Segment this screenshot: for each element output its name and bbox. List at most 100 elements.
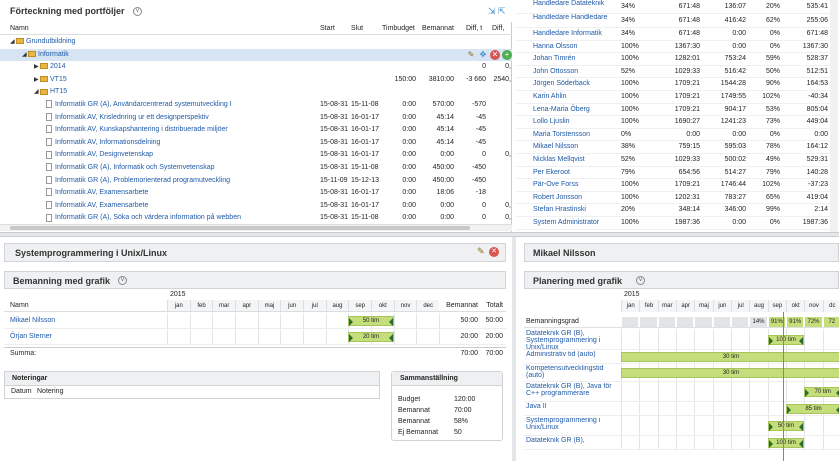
delete-icon[interactable]: ✕ <box>490 49 500 60</box>
staff-name[interactable]: Maria Torstensson <box>533 129 621 142</box>
staff-row[interactable]: Maria Torstensson 0% 0:00 0:00 0% 0:00 <box>516 129 830 142</box>
allocation-bar[interactable]: 50 tim <box>767 421 805 431</box>
planning-row[interactable]: Datateknik GR (B), Java för C++ programm… <box>524 382 839 402</box>
horizontal-splitter[interactable] <box>0 232 839 237</box>
tree-row[interactable]: Informatik GR (A), Informatik och System… <box>0 162 512 175</box>
staff-name[interactable]: Johan Timrén <box>533 53 621 66</box>
staff-row[interactable]: Lollo Ljuslin 100% 1690:27 1241:23 73% 449:04 <box>516 116 830 129</box>
staff-name[interactable]: Nicklas Mellqvist <box>533 154 621 167</box>
edit-icon[interactable]: ✎ <box>466 50 476 60</box>
expand-icon[interactable]: ⇲ <box>488 6 496 17</box>
staffing-row[interactable]: Mikael Nilsson 50 tim 50:00 50:00 <box>4 313 506 329</box>
allocation-bar[interactable]: 20 tim <box>348 332 394 342</box>
activity-name[interactable]: Datateknik GR (B), Systemprogrammering i… <box>526 330 620 351</box>
col-diff-p[interactable]: Diff, <box>492 23 510 35</box>
staff-row[interactable]: Johan Timrén 100% 1282:01 753:24 59% 528:37 <box>516 53 830 66</box>
tree-row[interactable]: Informatik AV, Examensarbete 15-08-31 16-0… <box>0 200 512 213</box>
tree-label[interactable]: ◢ HT15 <box>34 86 318 99</box>
staff-name[interactable]: Hanna Olsson <box>533 41 621 54</box>
tree-label-text[interactable]: HT15 <box>50 88 67 95</box>
planning-row[interactable]: Java II 85 tim <box>524 402 839 416</box>
allocation-bar[interactable]: 100 tim <box>767 438 805 448</box>
staff-name[interactable]: Stefan Hrastinski <box>533 204 621 217</box>
tree-label[interactable]: Informatik AV, Examensarbete <box>46 187 318 200</box>
tree-label[interactable]: Informatik AV, Examensarbete <box>46 200 318 213</box>
col-budget[interactable]: Timbudget <box>382 23 415 35</box>
chevron-down-icon[interactable]: v <box>118 276 127 285</box>
staff-row[interactable]: Stefan Hrastinski 20% 348:14 346:00 99% 2:14 <box>516 204 830 217</box>
collapse-icon[interactable]: ⇱ <box>498 6 506 17</box>
drag-handle-right[interactable] <box>388 334 393 342</box>
close-icon[interactable]: ✕ <box>489 247 499 257</box>
tree-row[interactable]: ◢ HT15 <box>0 86 512 99</box>
tree-label-text[interactable]: Informatik <box>38 51 69 58</box>
tree-label[interactable]: Informatik GR (A), Informatik och System… <box>46 162 318 175</box>
tree-row[interactable]: Informatik AV, Designvetenskap 15-08-31 16… <box>0 149 512 162</box>
staff-row[interactable]: Jörgen Söderback 100% 1709:21 1544:28 90% 164… <box>516 78 830 91</box>
tree-label-text[interactable]: Informatik AV, Examensarbete <box>55 189 148 196</box>
tree-label-text[interactable]: Informatik AV, Examensarbete <box>55 202 148 209</box>
tree-label-text[interactable]: Informatik AV, Designvetenskap <box>55 151 153 158</box>
staff-scrollbar[interactable] <box>830 0 838 232</box>
tree-row[interactable]: Informatik GR (A), Användarcentrerad sys… <box>0 99 512 112</box>
tree-label[interactable]: ◢ Grundutbildning <box>10 36 318 49</box>
tree-label[interactable]: ▶ VT15 <box>34 74 318 87</box>
tree-row[interactable]: ▶ VT15 150:00 3810:00 -3 660 2540, <box>0 74 512 87</box>
tree-label[interactable]: Informatik GR (A), Problemorienterad pro… <box>46 175 318 188</box>
activity-name[interactable]: Datateknik GR (B), Java för C++ programm… <box>526 383 620 397</box>
activity-name[interactable]: Java II <box>526 403 620 410</box>
activity-name[interactable]: Kompetensutvecklingstid (auto) <box>526 365 620 379</box>
col-diff-t[interactable]: Diff, t <box>466 23 482 35</box>
tree-label-text[interactable]: Informatik GR (A), Problemorienterad pro… <box>55 177 230 184</box>
tree-label-text[interactable]: 2014 <box>50 63 66 70</box>
staff-row[interactable]: Handledare Handledare 34% 671:48 416:42 62% 2… <box>516 14 830 28</box>
staff-name[interactable]: John Ottosson <box>533 66 621 79</box>
staff-name[interactable]: System Administrator <box>533 217 621 230</box>
staff-name[interactable]: Handledare Handledare <box>533 14 621 21</box>
staff-row[interactable]: Karin Ahlin 100% 1709:21 1749:55 102% -40:34 <box>516 91 830 104</box>
staff-name[interactable]: Per Ekeroot <box>533 167 621 180</box>
staff-row[interactable]: Mikael Nilsson 38% 759:15 595:03 78% 164:12 <box>516 141 830 154</box>
tree-row[interactable]: Informatik AV, Examensarbete 15-08-31 16-0… <box>0 187 512 200</box>
staff-row[interactable]: Handledare Datateknik 34% 671:48 136:07 20% 5… <box>516 0 830 14</box>
allocation-bar[interactable]: 85 tim <box>786 404 839 414</box>
tree-label[interactable]: ◢ Informatik <box>22 49 318 62</box>
tree-label-text[interactable]: VT15 <box>50 76 67 83</box>
planning-row[interactable]: Systemprogrammering i Unix/Linux 50 tim <box>524 416 839 436</box>
tree-row[interactable]: ◢ Informatik ✎ ✥ ✕ + <box>0 48 512 62</box>
portfolio-scrollbar[interactable] <box>0 224 512 231</box>
col-name[interactable]: Namn <box>10 23 29 35</box>
tree-label[interactable]: Informatik AV, Designvetenskap <box>46 149 318 162</box>
tree-label-text[interactable]: Informatik GR (A), Användarcentrerad sys… <box>55 101 232 108</box>
activity-name[interactable]: Datateknik GR (B), <box>526 437 620 444</box>
tree-label-text[interactable]: Informatik AV, Informationsdelning <box>55 139 160 146</box>
staff-row[interactable]: Per Ekeroot 79% 654:56 514:27 79% 140:28 <box>516 167 830 180</box>
allocation-bar[interactable]: 70 tim <box>804 387 839 397</box>
chevron-down-icon[interactable]: v <box>636 276 645 285</box>
staff-name[interactable]: Mikael Nilsson <box>10 313 55 329</box>
staff-row[interactable]: Nicklas Mellqvist 52% 1029:33 500:02 49% 529:… <box>516 154 830 167</box>
staff-name[interactable]: Lena-Maria Öberg <box>533 104 621 117</box>
staff-name[interactable]: Jörgen Söderback <box>533 78 621 91</box>
tree-label[interactable]: Informatik AV, Krislednring ur ett desig… <box>46 112 318 125</box>
planning-row[interactable]: Kompetensutvecklingstid (auto) 30 tim <box>524 364 839 382</box>
col-staffed[interactable]: Bemannat <box>422 23 454 35</box>
edit-icon[interactable]: ✎ <box>477 246 485 257</box>
move-icon[interactable]: ✥ <box>478 50 488 60</box>
staff-name[interactable]: Lollo Ljuslin <box>533 116 621 129</box>
staff-name[interactable]: Pär-Ove Forss <box>533 179 621 192</box>
staff-name[interactable]: Handledare Datateknik <box>533 0 621 7</box>
activity-name[interactable]: Administrativ tid (auto) <box>526 351 620 358</box>
staff-row[interactable]: Pär-Ove Forss 100% 1709:21 1746:44 102% -37:2… <box>516 179 830 192</box>
staff-name[interactable]: Robert Jonsson <box>533 192 621 205</box>
allocation-bar[interactable]: 30 tim <box>621 352 839 362</box>
allocation-bar[interactable]: 50 tim <box>348 316 394 326</box>
staff-row[interactable]: Hanna Olsson 100% 1367:30 0:00 0% 1367:30 <box>516 41 830 54</box>
tree-row[interactable]: Informatik AV, Kunskapshantering i distr… <box>0 124 512 137</box>
tree-row[interactable]: Informatik AV, Informationsdelning 15-08-… <box>0 137 512 150</box>
planning-row[interactable]: Administrativ tid (auto) 30 tim <box>524 350 839 364</box>
tree-label-text[interactable]: Informatik GR (A), Söka och värdera info… <box>55 214 241 221</box>
drag-handle-right[interactable] <box>388 318 393 326</box>
staff-row[interactable]: Robert Jonsson 100% 1202:31 783:27 65% 419:04 <box>516 192 830 205</box>
tree-label-text[interactable]: Informatik AV, Kunskapshantering i distr… <box>55 126 228 133</box>
